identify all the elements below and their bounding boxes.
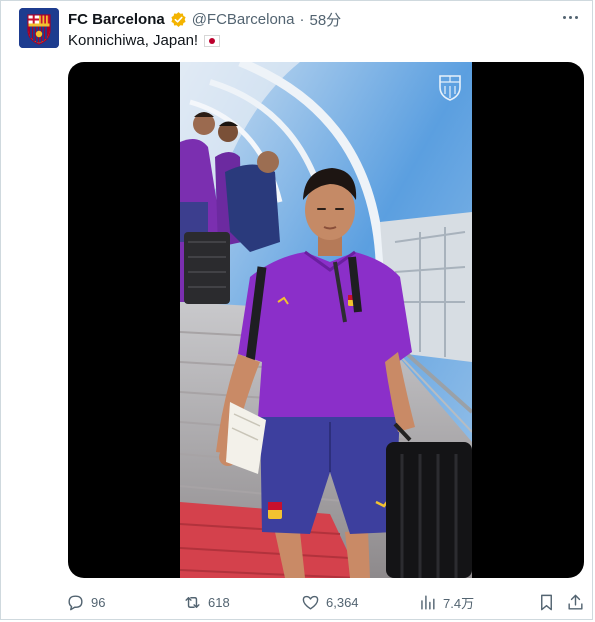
like-count: 6,364 [326,594,359,610]
video-still [180,62,472,578]
more-dot-icon [562,15,566,19]
more-options-button[interactable] [559,8,581,26]
post-timestamp[interactable]: 58分 [309,9,341,30]
japan-flag-icon [204,34,221,47]
post-text-content: Konnichiwa, Japan! [68,32,199,49]
repost-button[interactable]: 618 [183,591,230,613]
author-name[interactable]: FC Barcelona [68,11,165,28]
post-header: FC Barcelona @FCBarcelona · 58分 [68,9,341,29]
video-frame [180,62,472,578]
separator-dot: · [299,10,305,28]
author-handle[interactable]: @FCBarcelona [192,11,295,28]
video-player[interactable] [68,62,584,578]
heart-icon [302,595,319,610]
bookmark-icon [541,594,552,610]
verified-badge-icon [171,11,186,27]
bar-chart-icon [421,594,435,610]
reply-icon [68,594,83,610]
reply-button[interactable]: 96 [66,591,105,613]
more-dot-icon [568,15,572,19]
views-button[interactable]: 7.4万 [418,591,474,613]
reply-count: 96 [91,594,106,610]
like-button[interactable]: 6,364 [301,591,359,613]
avatar[interactable] [19,8,59,48]
post-text: Konnichiwa, Japan! [68,32,221,49]
repost-icon [185,596,200,608]
bookmark-button[interactable] [537,591,556,613]
share-icon [568,594,583,610]
share-button[interactable] [566,591,585,613]
view-count: 7.4万 [443,595,475,611]
action-bar: 96 618 6,364 7.4万 [66,591,586,613]
fc-barcelona-crest-icon [19,8,59,48]
repost-count: 618 [208,594,230,610]
more-dot-icon [574,15,578,19]
